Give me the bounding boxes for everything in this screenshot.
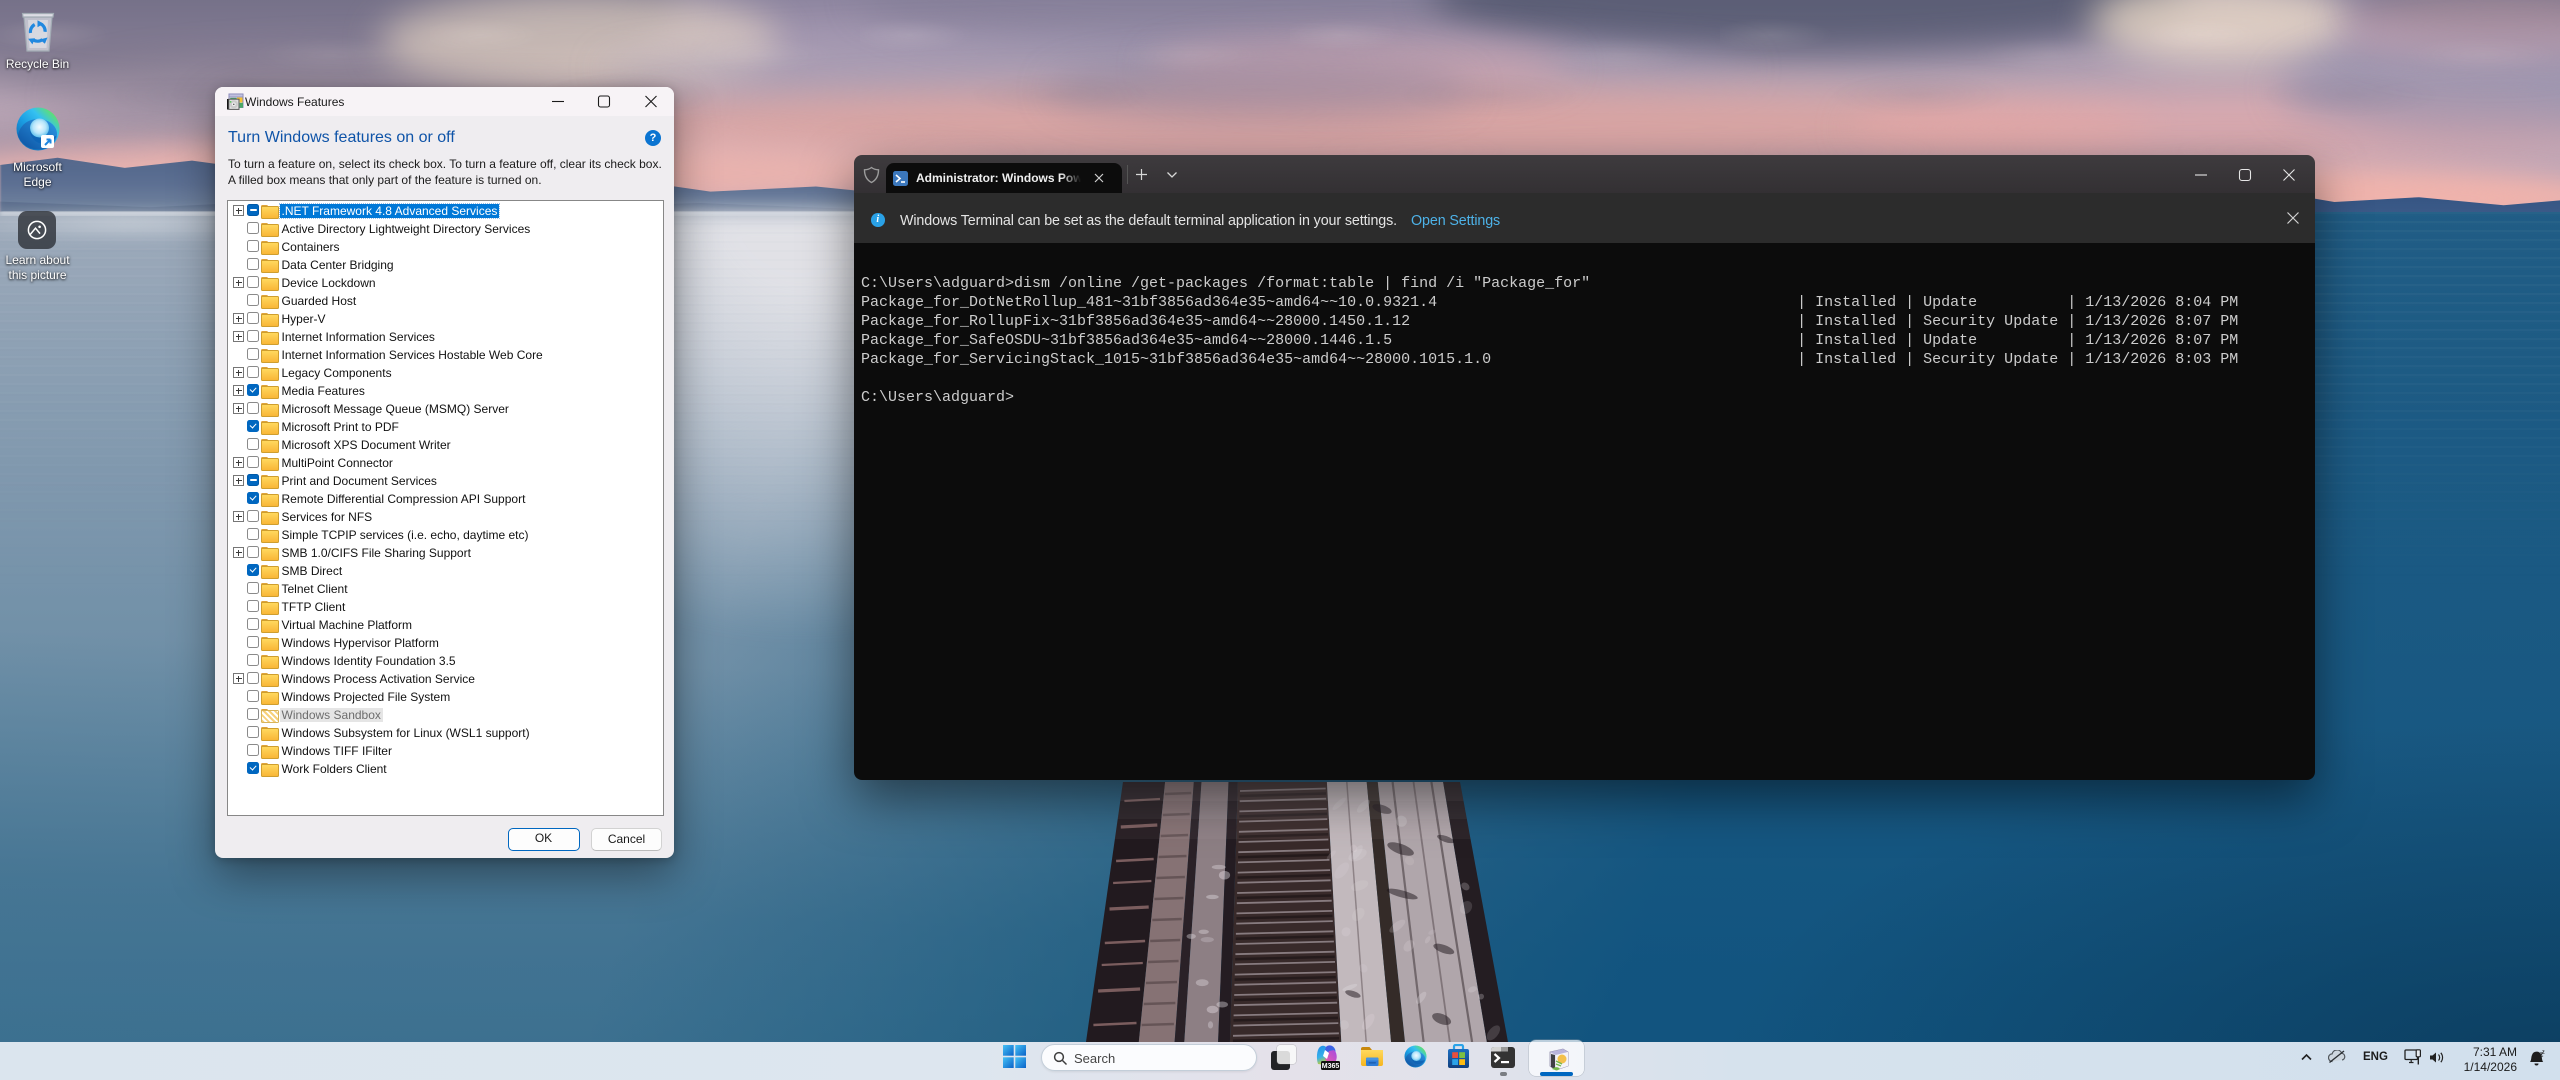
svg-text:z: z [2542, 1050, 2545, 1056]
svg-text:M365: M365 [1322, 1063, 1340, 1070]
